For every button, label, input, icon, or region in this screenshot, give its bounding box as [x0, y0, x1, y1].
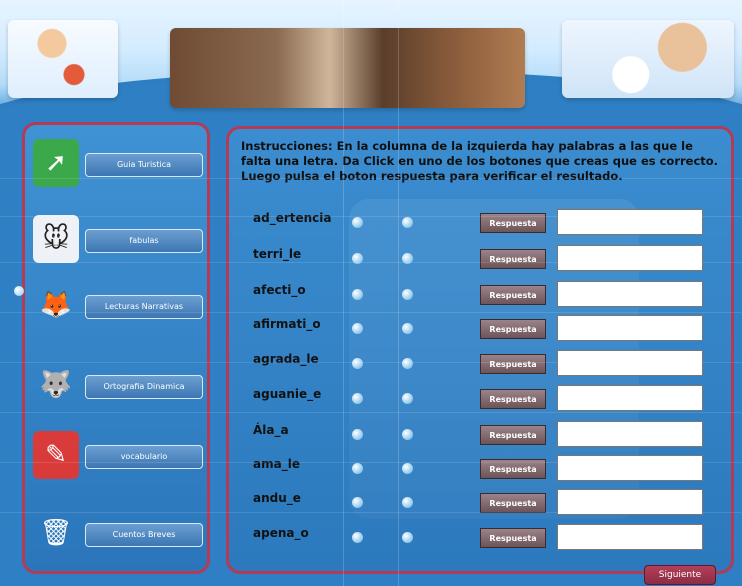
scan-line	[0, 412, 742, 413]
option-radio-1[interactable]	[352, 497, 363, 508]
answer-field[interactable]	[557, 421, 703, 447]
exercise-row: aguanie_e Respuesta	[229, 383, 731, 413]
scan-line	[0, 512, 742, 513]
word-label: afirmati_o	[253, 317, 321, 331]
word-label: terri_le	[253, 247, 302, 261]
kid-at-computer-image	[8, 20, 118, 98]
answer-field[interactable]	[557, 524, 703, 550]
scan-line	[0, 216, 742, 217]
sidebar-item-fabulas[interactable]: 🐭 fabulas	[25, 215, 207, 275]
option-radio-1[interactable]	[352, 289, 363, 300]
word-label: ad_ertencia	[253, 211, 332, 225]
respuesta-button[interactable]: Respuesta	[480, 319, 546, 339]
respuesta-button[interactable]: Respuesta	[480, 425, 546, 445]
respuesta-button[interactable]: Respuesta	[480, 493, 546, 513]
fox-character-icon: 🦊	[39, 290, 73, 320]
gimp-mascot-icon: 🐺	[39, 370, 73, 400]
exercise-row: apena_o Respuesta	[229, 522, 731, 552]
answer-field[interactable]	[557, 385, 703, 411]
option-radio-2[interactable]	[402, 323, 413, 334]
boy-with-laptop-image	[562, 20, 734, 98]
exercise-panel: Instrucciones: En la columna de la izqui…	[226, 126, 734, 574]
answer-field[interactable]	[557, 281, 703, 307]
scan-line	[0, 362, 742, 363]
option-radio-1[interactable]	[352, 323, 363, 334]
word-label: apena_o	[253, 526, 309, 540]
answer-field[interactable]	[557, 350, 703, 376]
fabulas-button[interactable]: fabulas	[85, 229, 203, 253]
side-bullet-icon	[14, 286, 24, 296]
word-label: Ála_a	[253, 423, 289, 437]
respuesta-button[interactable]: Respuesta	[480, 528, 546, 548]
option-radio-1[interactable]	[352, 463, 363, 474]
scan-line	[0, 312, 742, 313]
header-banner	[0, 0, 742, 120]
option-radio-1[interactable]	[352, 532, 363, 543]
option-radio-1[interactable]	[352, 358, 363, 369]
option-radio-2[interactable]	[402, 532, 413, 543]
option-radio-2[interactable]	[402, 289, 413, 300]
exercise-row: Ála_a Respuesta	[229, 419, 731, 449]
sidebar-item-lecturas-narrativas[interactable]: 🦊 Lecturas Narrativas	[25, 281, 207, 341]
exercise-row: afirmati_o Respuesta	[229, 313, 731, 343]
vocabulario-button[interactable]: vocabulario	[85, 445, 203, 469]
exercise-row: terri_le Respuesta	[229, 243, 731, 273]
exercise-row: ama_le Respuesta	[229, 453, 731, 483]
option-radio-1[interactable]	[352, 393, 363, 404]
cartoon-mouse-icon: 🐭	[33, 215, 79, 263]
sidebar-item-guia-turistica[interactable]: ➚ Guia Turistica	[25, 139, 207, 199]
answer-field[interactable]	[557, 315, 703, 341]
word-label: agrada_le	[253, 352, 319, 366]
sidebar: ➚ Guia Turistica 🐭 fabulas 🦊 Lecturas Na…	[22, 122, 210, 574]
cuentos-breves-button[interactable]: Cuentos Breves	[85, 523, 203, 547]
respuesta-button[interactable]: Respuesta	[480, 285, 546, 305]
word-label: aguanie_e	[253, 387, 322, 401]
word-label: andu_e	[253, 491, 301, 505]
lecturas-narrativas-button[interactable]: Lecturas Narrativas	[85, 295, 203, 319]
trash-cartoon-icon: 🗑	[39, 518, 73, 548]
option-radio-1[interactable]	[352, 429, 363, 440]
chart-arrow-icon: ➚	[33, 139, 79, 187]
scan-line	[0, 262, 742, 263]
option-radio-1[interactable]	[352, 217, 363, 228]
scan-line	[343, 0, 344, 586]
exercise-row: agrada_le Respuesta	[229, 348, 731, 378]
option-radio-2[interactable]	[402, 393, 413, 404]
red-document-icon: ✎	[33, 431, 79, 479]
option-radio-2[interactable]	[402, 463, 413, 474]
ortografia-dinamica-button[interactable]: Ortografia Dinamica	[85, 375, 203, 399]
sidebar-item-cuentos-breves[interactable]: 🗑 Cuentos Breves	[25, 509, 207, 569]
answer-field[interactable]	[557, 245, 703, 271]
keyboard-hands-image	[170, 28, 525, 108]
respuesta-button[interactable]: Respuesta	[480, 249, 546, 269]
scan-line	[0, 178, 742, 179]
exercise-row: afecti_o Respuesta	[229, 279, 731, 309]
option-radio-2[interactable]	[402, 429, 413, 440]
answer-field[interactable]	[557, 455, 703, 481]
option-radio-2[interactable]	[402, 497, 413, 508]
respuesta-button[interactable]: Respuesta	[480, 389, 546, 409]
respuesta-button[interactable]: Respuesta	[480, 354, 546, 374]
scan-line	[0, 462, 742, 463]
word-label: ama_le	[253, 457, 300, 471]
word-label: afecti_o	[253, 283, 306, 297]
option-radio-2[interactable]	[402, 358, 413, 369]
exercise-row: ad_ertencia Respuesta	[229, 207, 731, 237]
sidebar-item-vocabulario[interactable]: ✎ vocabulario	[25, 431, 207, 491]
guia-turistica-button[interactable]: Guia Turistica	[85, 153, 203, 177]
siguiente-button[interactable]: Siguiente	[644, 565, 716, 585]
scan-line	[398, 0, 399, 586]
answer-field[interactable]	[557, 209, 703, 235]
option-radio-2[interactable]	[402, 217, 413, 228]
